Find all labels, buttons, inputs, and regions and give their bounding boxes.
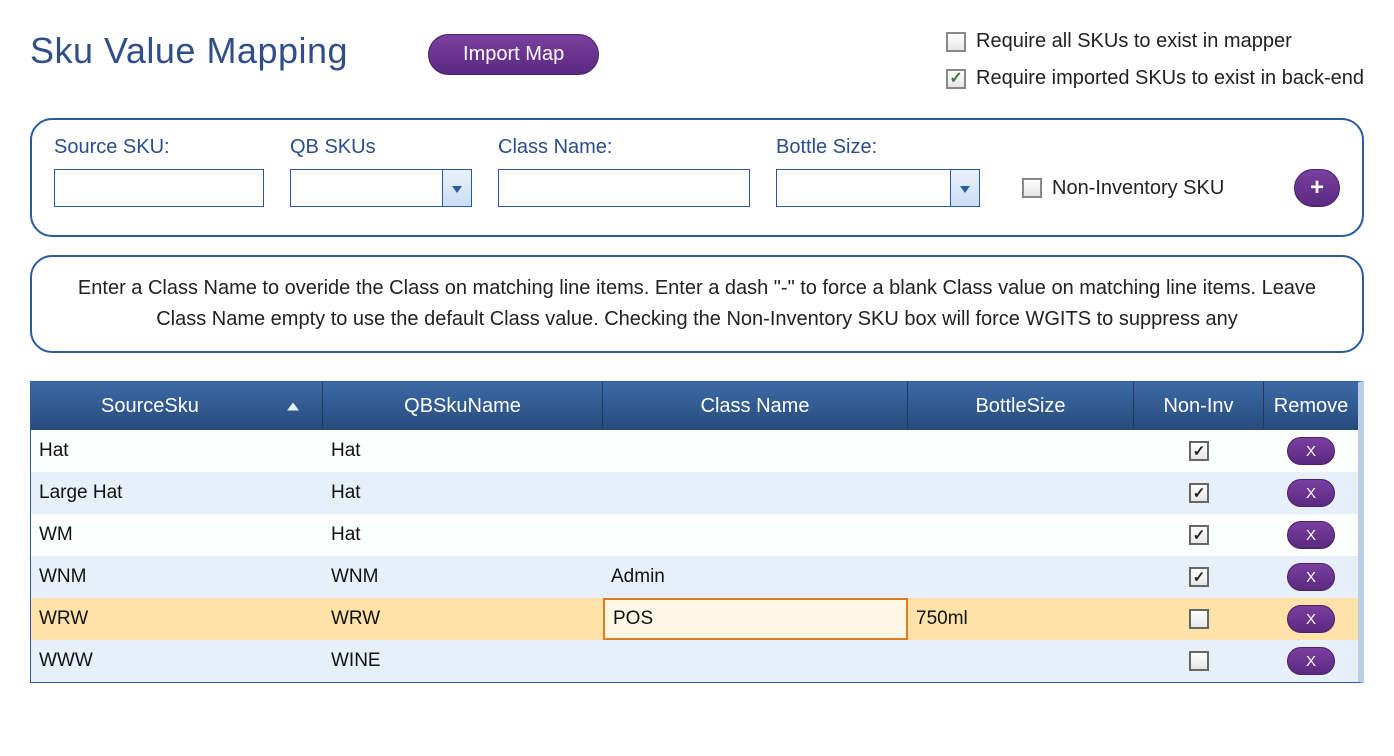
column-header-class[interactable]: Class Name: [603, 382, 908, 430]
noninv-checkbox[interactable]: [1189, 567, 1209, 587]
require-imported-checkbox[interactable]: [946, 69, 966, 89]
table-row[interactable]: HatHat X: [31, 430, 1358, 472]
column-header-noninv[interactable]: Non-Inv: [1134, 382, 1264, 430]
column-header-source[interactable]: SourceSku: [31, 382, 323, 430]
cell-bottle: [908, 514, 1134, 556]
column-header-source-label: SourceSku: [101, 395, 199, 418]
chevron-down-icon: [451, 178, 463, 199]
column-header-remove[interactable]: Remove: [1264, 382, 1358, 430]
remove-row-button[interactable]: X: [1287, 647, 1335, 675]
add-row-button[interactable]: +: [1294, 169, 1340, 207]
cell-source: WRW: [31, 598, 323, 640]
bottle-size-label: Bottle Size:: [776, 136, 980, 159]
help-text: Enter a Class Name to overide the Class …: [30, 255, 1364, 353]
require-all-checkbox[interactable]: [946, 32, 966, 52]
cell-qb: WINE: [323, 640, 603, 682]
noninv-checkbox[interactable]: [1189, 525, 1209, 545]
cell-qb: WRW: [323, 598, 603, 640]
noninv-checkbox[interactable]: [1189, 609, 1209, 629]
table-row[interactable]: Large HatHat X: [31, 472, 1358, 514]
column-header-noninv-label: Non-Inv: [1163, 395, 1233, 418]
plus-icon: +: [1310, 174, 1324, 202]
cell-source: WWW: [31, 640, 323, 682]
column-header-bottle-label: BottleSize: [975, 395, 1065, 418]
remove-row-button[interactable]: X: [1287, 605, 1335, 633]
cell-bottle: [908, 640, 1134, 682]
remove-row-button[interactable]: X: [1287, 521, 1335, 549]
cell-class: [603, 514, 908, 556]
cell-qb: Hat: [323, 514, 603, 556]
cell-qb: Hat: [323, 472, 603, 514]
column-header-qb-label: QBSkuName: [404, 395, 521, 418]
remove-row-button[interactable]: X: [1287, 563, 1335, 591]
require-imported-label: Require imported SKUs to exist in back-e…: [976, 67, 1364, 90]
cell-bottle: [908, 472, 1134, 514]
grid-header: SourceSku QBSkuName Class Name BottleSiz…: [31, 382, 1358, 430]
cell-remove: X: [1264, 430, 1358, 472]
remove-row-button[interactable]: X: [1287, 479, 1335, 507]
cell-remove: X: [1264, 556, 1358, 598]
cell-class: [603, 472, 908, 514]
sku-mapping-grid: SourceSku QBSkuName Class Name BottleSiz…: [30, 381, 1364, 683]
cell-source: Large Hat: [31, 472, 323, 514]
cell-remove: X: [1264, 514, 1358, 556]
require-all-label: Require all SKUs to exist in mapper: [976, 30, 1292, 53]
table-row[interactable]: WNMWNMAdminX: [31, 556, 1358, 598]
column-header-remove-label: Remove: [1274, 395, 1348, 418]
cell-source: WNM: [31, 556, 323, 598]
cell-class: [603, 430, 908, 472]
chevron-down-icon: [959, 178, 971, 199]
qb-skus-input[interactable]: [290, 169, 442, 207]
qb-skus-label: QB SKUs: [290, 136, 472, 159]
cell-remove: X: [1264, 472, 1358, 514]
bottle-size-dropdown-button[interactable]: [950, 169, 980, 207]
cell-noninv: [1134, 598, 1264, 640]
table-row[interactable]: WRWWRWPOS750mlX: [31, 598, 1358, 640]
cell-noninv: [1134, 640, 1264, 682]
cell-noninv: [1134, 556, 1264, 598]
column-header-bottle[interactable]: BottleSize: [908, 382, 1134, 430]
page-title: Sku Value Mapping: [30, 30, 348, 72]
cell-source: WM: [31, 514, 323, 556]
cell-qb: Hat: [323, 430, 603, 472]
cell-class: [603, 640, 908, 682]
cell-qb: WNM: [323, 556, 603, 598]
qb-skus-dropdown-button[interactable]: [442, 169, 472, 207]
column-header-class-label: Class Name: [701, 395, 810, 418]
cell-class: POS: [603, 598, 908, 640]
options-group: Require all SKUs to exist in mapper Requ…: [946, 30, 1364, 90]
cell-noninv: [1134, 472, 1264, 514]
cell-source: Hat: [31, 430, 323, 472]
bottle-size-input[interactable]: [776, 169, 950, 207]
table-row[interactable]: WWWWINE X: [31, 640, 1358, 682]
table-row[interactable]: WMHat X: [31, 514, 1358, 556]
cell-remove: X: [1264, 640, 1358, 682]
cell-bottle: [908, 430, 1134, 472]
remove-row-button[interactable]: X: [1287, 437, 1335, 465]
cell-class: Admin: [603, 556, 908, 598]
class-name-label: Class Name:: [498, 136, 750, 159]
new-row-panel: Source SKU: QB SKUs Class Name: Bottle S…: [30, 118, 1364, 237]
cell-bottle: [908, 556, 1134, 598]
cell-remove: X: [1264, 598, 1358, 640]
noninv-checkbox[interactable]: [1189, 651, 1209, 671]
source-sku-input[interactable]: [54, 169, 264, 207]
noninv-checkbox[interactable]: [1189, 483, 1209, 503]
cell-noninv: [1134, 514, 1264, 556]
cell-noninv: [1134, 430, 1264, 472]
class-name-input[interactable]: [498, 169, 750, 207]
non-inventory-label: Non-Inventory SKU: [1052, 177, 1224, 200]
column-header-qb[interactable]: QBSkuName: [323, 382, 603, 430]
non-inventory-checkbox[interactable]: [1022, 178, 1042, 198]
import-map-button[interactable]: Import Map: [428, 34, 599, 75]
cell-bottle: 750ml: [908, 598, 1134, 640]
sort-asc-icon: [286, 395, 300, 418]
source-sku-label: Source SKU:: [54, 136, 264, 159]
noninv-checkbox[interactable]: [1189, 441, 1209, 461]
